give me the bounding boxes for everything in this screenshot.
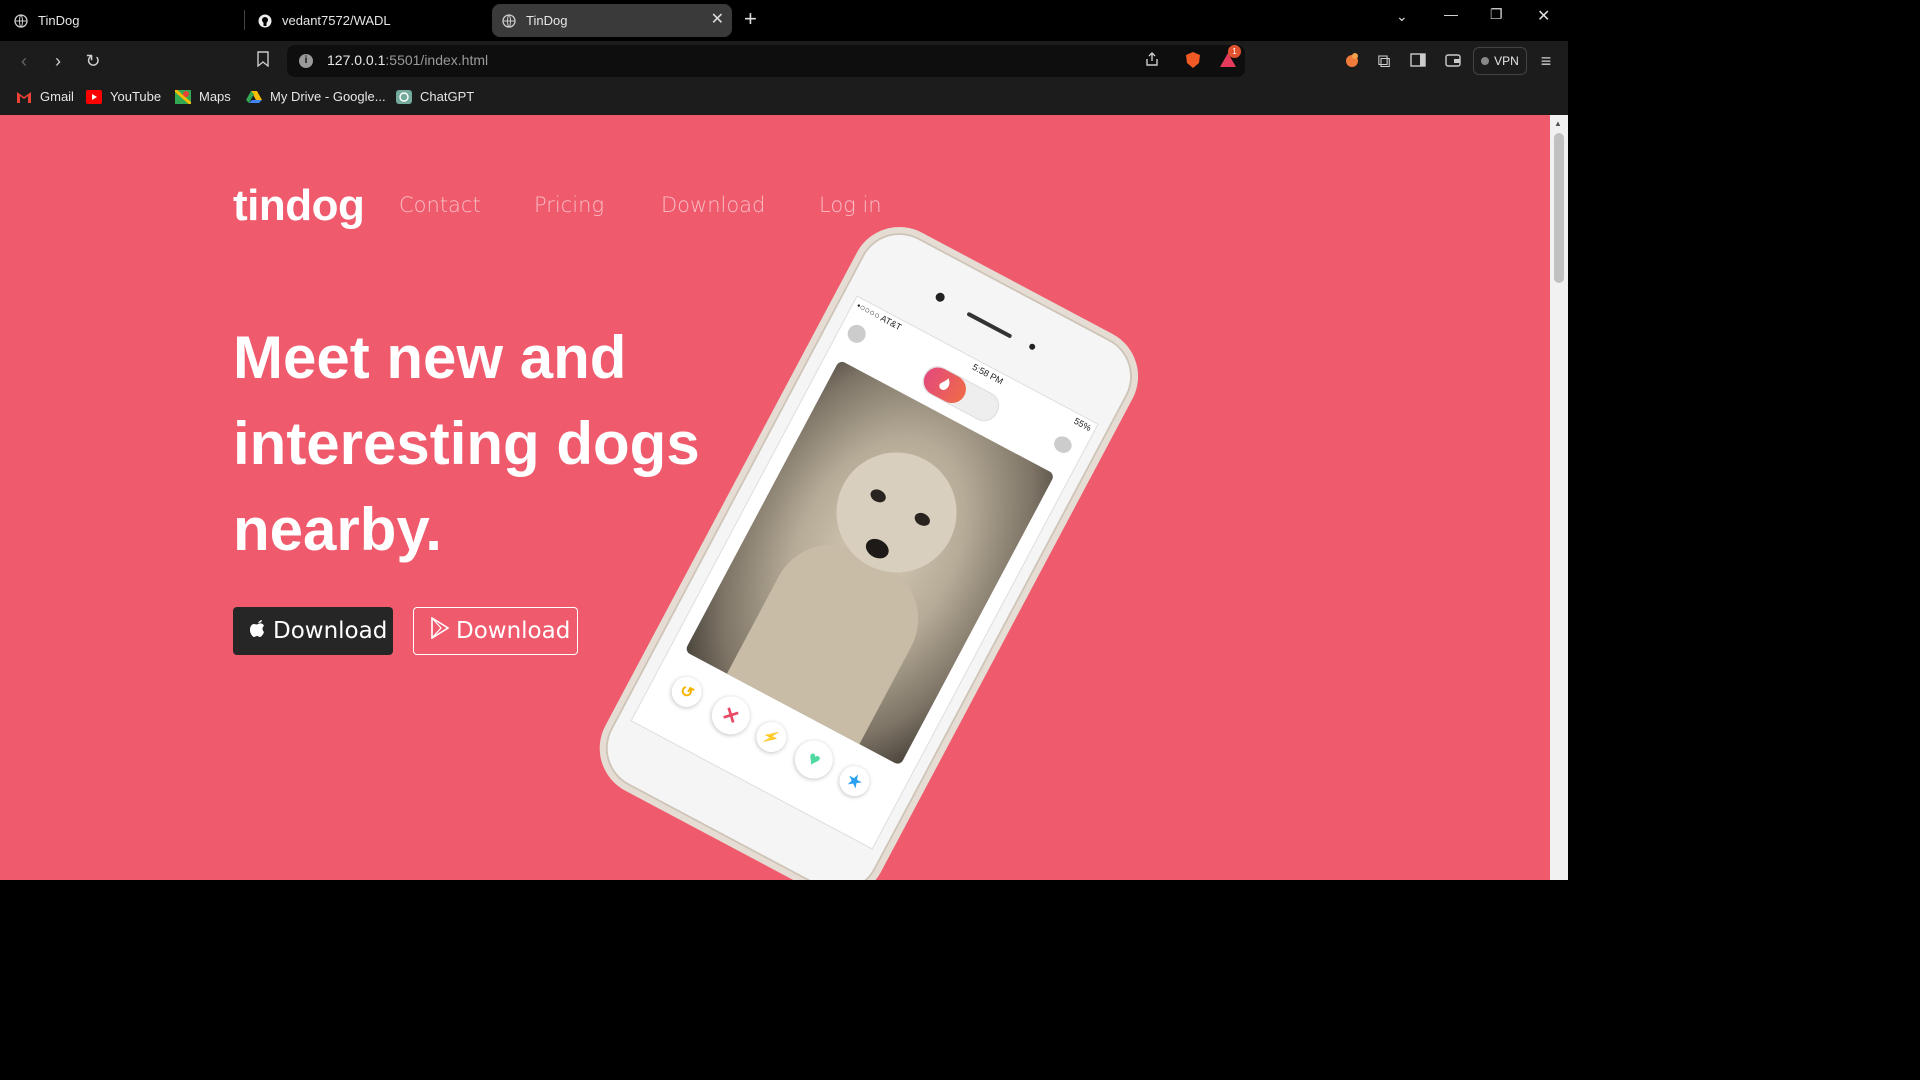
bookmark-label: Maps bbox=[199, 89, 231, 104]
bookmarks-bar: Gmail YouTube Maps My Drive - Google... … bbox=[0, 81, 1568, 115]
nav-download[interactable]: Download bbox=[661, 193, 765, 217]
globe-icon bbox=[14, 13, 28, 28]
chevron-down-icon[interactable]: ⌄ bbox=[1396, 8, 1408, 25]
leo-icon[interactable] bbox=[1342, 51, 1362, 71]
play-store-icon bbox=[430, 616, 450, 645]
flame-icon bbox=[918, 362, 971, 408]
speaker-grille bbox=[966, 311, 1013, 339]
headline-line: nearby. bbox=[233, 496, 442, 563]
bookmark-label: ChatGPT bbox=[420, 89, 475, 104]
new-tab-button[interactable]: + bbox=[744, 8, 757, 30]
hero-headline: Meet new and interesting dogs nearby. bbox=[233, 315, 753, 573]
tab-title: TinDog bbox=[526, 13, 568, 28]
page-viewport: tindog Contact Pricing Download Log in M… bbox=[0, 115, 1550, 880]
close-icon[interactable]: ✕ bbox=[711, 12, 724, 28]
gmail-icon bbox=[16, 90, 32, 104]
bookmark-drive[interactable]: My Drive - Google... bbox=[246, 89, 386, 104]
tab-separator bbox=[244, 10, 245, 30]
back-icon[interactable]: ‹ bbox=[14, 51, 34, 71]
scroll-thumb[interactable] bbox=[1554, 133, 1564, 283]
notification-badge: 1 bbox=[1228, 45, 1241, 58]
bookmark-youtube[interactable]: YouTube bbox=[86, 89, 161, 104]
tab-tindog-active[interactable]: TinDog ✕ bbox=[492, 4, 732, 37]
rewind-icon: ↺ bbox=[666, 671, 707, 713]
bookmark-maps[interactable]: Maps bbox=[174, 88, 231, 105]
scroll-up-icon[interactable]: ▲ bbox=[1554, 119, 1562, 128]
chat-icon bbox=[1051, 433, 1075, 456]
window-bottom-edge bbox=[0, 880, 1568, 882]
apple-download-label: Download bbox=[273, 618, 388, 644]
address-bar[interactable]: i 127.0.0.1:5501/index.html 1 bbox=[287, 45, 1245, 77]
window-close-icon[interactable]: ✕ bbox=[1537, 6, 1550, 26]
front-camera bbox=[934, 291, 947, 304]
nav-login[interactable]: Log in bbox=[819, 193, 882, 217]
vertical-scrollbar[interactable]: ▲ bbox=[1550, 115, 1568, 880]
minimize-icon[interactable]: — bbox=[1444, 6, 1458, 22]
nope-icon: ✕ bbox=[705, 689, 757, 742]
drive-icon bbox=[246, 90, 262, 104]
maps-icon bbox=[174, 88, 192, 105]
brave-rewards-icon[interactable]: 1 bbox=[1218, 45, 1241, 71]
boost-icon: ⚡ bbox=[751, 716, 792, 758]
bookmark-gmail[interactable]: Gmail bbox=[16, 89, 74, 104]
chatgpt-icon bbox=[396, 89, 412, 104]
super-like-icon: ★ bbox=[834, 760, 875, 802]
bookmark-icon[interactable] bbox=[253, 51, 273, 71]
url-host: 127.0.0.1 bbox=[327, 52, 386, 68]
tab-strip: TinDog vedant7572/WADL TinDog ✕ + ⌄ — ❐ … bbox=[0, 0, 1568, 41]
vpn-button[interactable]: VPN bbox=[1473, 47, 1527, 75]
apple-download-button[interactable]: Download bbox=[233, 607, 393, 655]
browser-toolbar: ‹ › ↻ i 127.0.0.1:5501/index.html 1 ⧉ VP… bbox=[0, 41, 1568, 81]
tab-title: vedant7572/WADL bbox=[282, 13, 391, 28]
tab-tindog-1[interactable]: TinDog bbox=[14, 4, 239, 37]
brave-shield-icon[interactable] bbox=[1183, 51, 1203, 71]
info-icon[interactable]: i bbox=[299, 54, 313, 68]
bookmark-label: My Drive - Google... bbox=[270, 89, 386, 104]
url-path: :5501/index.html bbox=[385, 52, 489, 68]
extensions-icon[interactable]: ⧉ bbox=[1374, 51, 1394, 71]
wallet-icon[interactable] bbox=[1443, 51, 1463, 71]
headline-line: interesting dogs bbox=[233, 410, 700, 477]
nav-contact[interactable]: Contact bbox=[399, 193, 481, 217]
url-text[interactable]: 127.0.0.1:5501/index.html bbox=[327, 52, 488, 68]
vpn-status-icon bbox=[1481, 57, 1490, 65]
time-text: 5:58 PM bbox=[970, 361, 1005, 387]
headline-line: Meet new and bbox=[233, 324, 627, 391]
profile-icon bbox=[844, 321, 869, 347]
restore-icon[interactable]: ❐ bbox=[1490, 6, 1503, 23]
tab-title: TinDog bbox=[38, 13, 80, 28]
share-icon[interactable] bbox=[1142, 51, 1162, 71]
forward-icon[interactable]: › bbox=[48, 51, 68, 71]
reload-icon[interactable]: ↻ bbox=[83, 51, 103, 71]
battery-text: 55% bbox=[1072, 415, 1093, 434]
brand-logo[interactable]: tindog bbox=[233, 181, 365, 231]
like-icon: ♥ bbox=[788, 733, 840, 786]
youtube-icon bbox=[86, 89, 102, 104]
github-icon bbox=[258, 14, 272, 28]
bookmark-label: Gmail bbox=[40, 89, 74, 104]
sidebar-icon[interactable] bbox=[1408, 51, 1428, 71]
tab-github[interactable]: vedant7572/WADL bbox=[258, 4, 483, 37]
play-download-label: Download bbox=[456, 618, 571, 644]
apple-icon bbox=[249, 618, 267, 644]
vpn-label: VPN bbox=[1494, 54, 1519, 68]
play-download-button[interactable]: Download bbox=[413, 607, 578, 655]
nav-pricing[interactable]: Pricing bbox=[534, 193, 604, 217]
menu-icon[interactable]: ≡ bbox=[1536, 51, 1556, 71]
bookmark-label: YouTube bbox=[110, 89, 162, 104]
bookmark-chatgpt[interactable]: ChatGPT bbox=[396, 89, 474, 104]
globe-icon bbox=[502, 13, 516, 28]
sensor bbox=[1028, 342, 1037, 351]
